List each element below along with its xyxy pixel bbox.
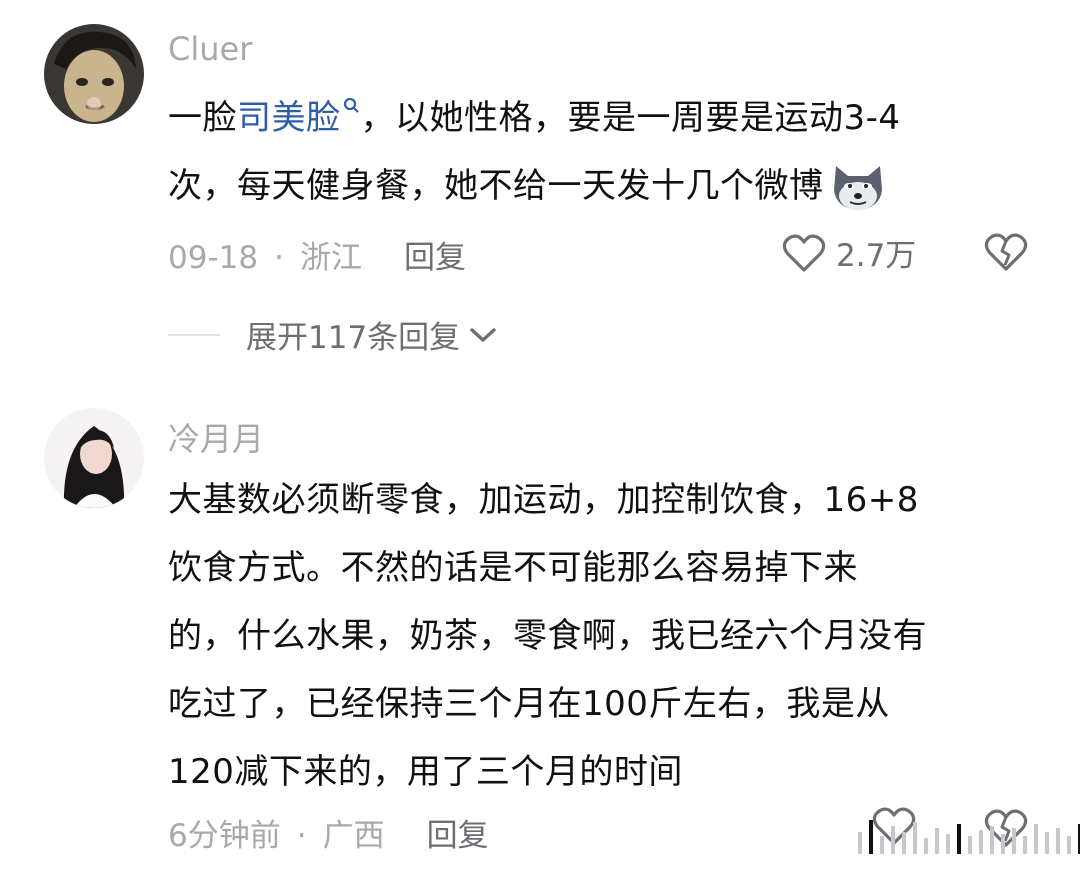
watermark-bars <box>858 820 1080 854</box>
comment-time: 6分钟前 <box>168 818 281 854</box>
separator-dot: · <box>296 818 307 854</box>
body-line: 120减下来的，用了三个月的时间 <box>168 752 683 792</box>
avatar[interactable] <box>44 408 144 508</box>
body-line: 大基数必须断零食，加运动，加控制饮食，16+8 <box>168 480 919 520</box>
comment-username[interactable]: 冷月月 <box>168 414 264 460</box>
body-line: 的，什么水果，奶茶，零食啊，我已经六个月没有 <box>168 616 927 656</box>
comment-location: 广西 <box>322 818 385 854</box>
body-line: 吃过了，已经保持三个月在100斤左右，我是从 <box>168 684 890 724</box>
body-line: 饮食方式。不然的话是不可能那么容易掉下来 <box>168 548 858 588</box>
reply-button[interactable]: 回复 <box>427 818 489 854</box>
comment-body: 大基数必须断零食，加运动，加控制饮食，16+8 饮食方式。不然的话是不可能那么容… <box>168 466 1048 806</box>
avatar-image <box>44 408 144 508</box>
comment-meta: 6分钟前 · 广西 回复 <box>168 810 489 855</box>
comment-item: 冷月月 大基数必须断零食，加运动，加控制饮食，16+8 饮食方式。不然的话是不可… <box>0 0 1080 884</box>
